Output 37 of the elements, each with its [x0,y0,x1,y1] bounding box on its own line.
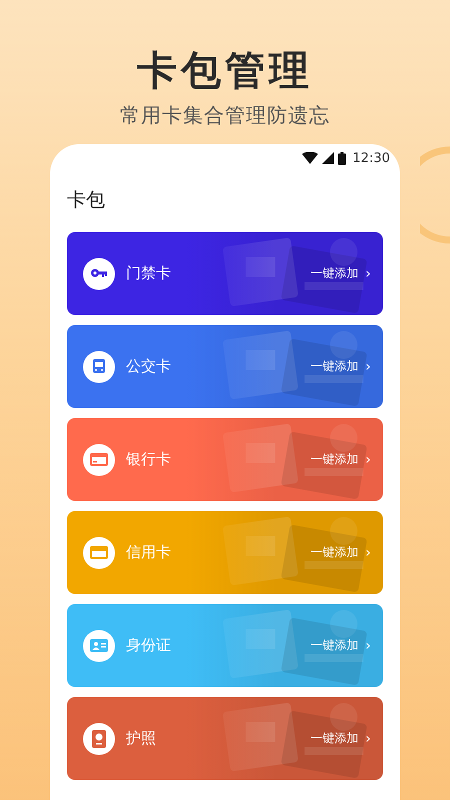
card-label: 门禁卡 [126,264,172,283]
card-icon [83,536,115,568]
add-link[interactable]: 一键添加 [310,265,358,282]
wifi-icon [302,152,318,164]
page-title: 卡包 [66,188,106,212]
card-button[interactable]: 信用卡 一键添加 › [67,511,383,594]
card-button[interactable]: 公交卡 一键添加 › [67,325,383,408]
card-button[interactable]: 门禁卡 一键添加 › [67,232,383,315]
chevron-icon: › [365,544,371,560]
key-icon [83,258,115,290]
status-time: 12:30 [352,150,390,166]
card-button[interactable]: 身份证 一键添加 › [67,604,383,687]
chevron-icon: › [365,358,371,374]
id-card-icon [83,630,115,662]
card-label: 公交卡 [126,357,172,376]
card-label: 信用卡 [126,543,172,562]
subtitle: 常用卡集合管理防遗忘 [120,102,330,128]
chevron-icon: › [365,638,371,654]
headline: 卡包管理 [137,47,313,96]
card-icon [83,444,115,476]
card-button[interactable]: 银行卡 一键添加 › [67,418,383,501]
chevron-icon: › [365,452,371,468]
card-label: 银行卡 [126,450,172,469]
add-link[interactable]: 一键添加 [310,358,358,375]
card-button[interactable]: 护照 一键添加 › [67,697,383,780]
add-link[interactable]: 一键添加 [310,637,358,654]
chevron-icon: › [365,266,371,282]
bus-icon [83,350,115,382]
chevron-icon: › [365,730,371,746]
add-link[interactable]: 一键添加 [310,544,358,561]
signal-icon [322,152,334,164]
battery-icon [338,152,346,164]
card-label: 护照 [126,729,157,748]
add-link[interactable]: 一键添加 [310,730,358,747]
card-label: 身份证 [126,636,172,655]
passport-icon [83,722,115,754]
add-link[interactable]: 一键添加 [310,451,358,468]
